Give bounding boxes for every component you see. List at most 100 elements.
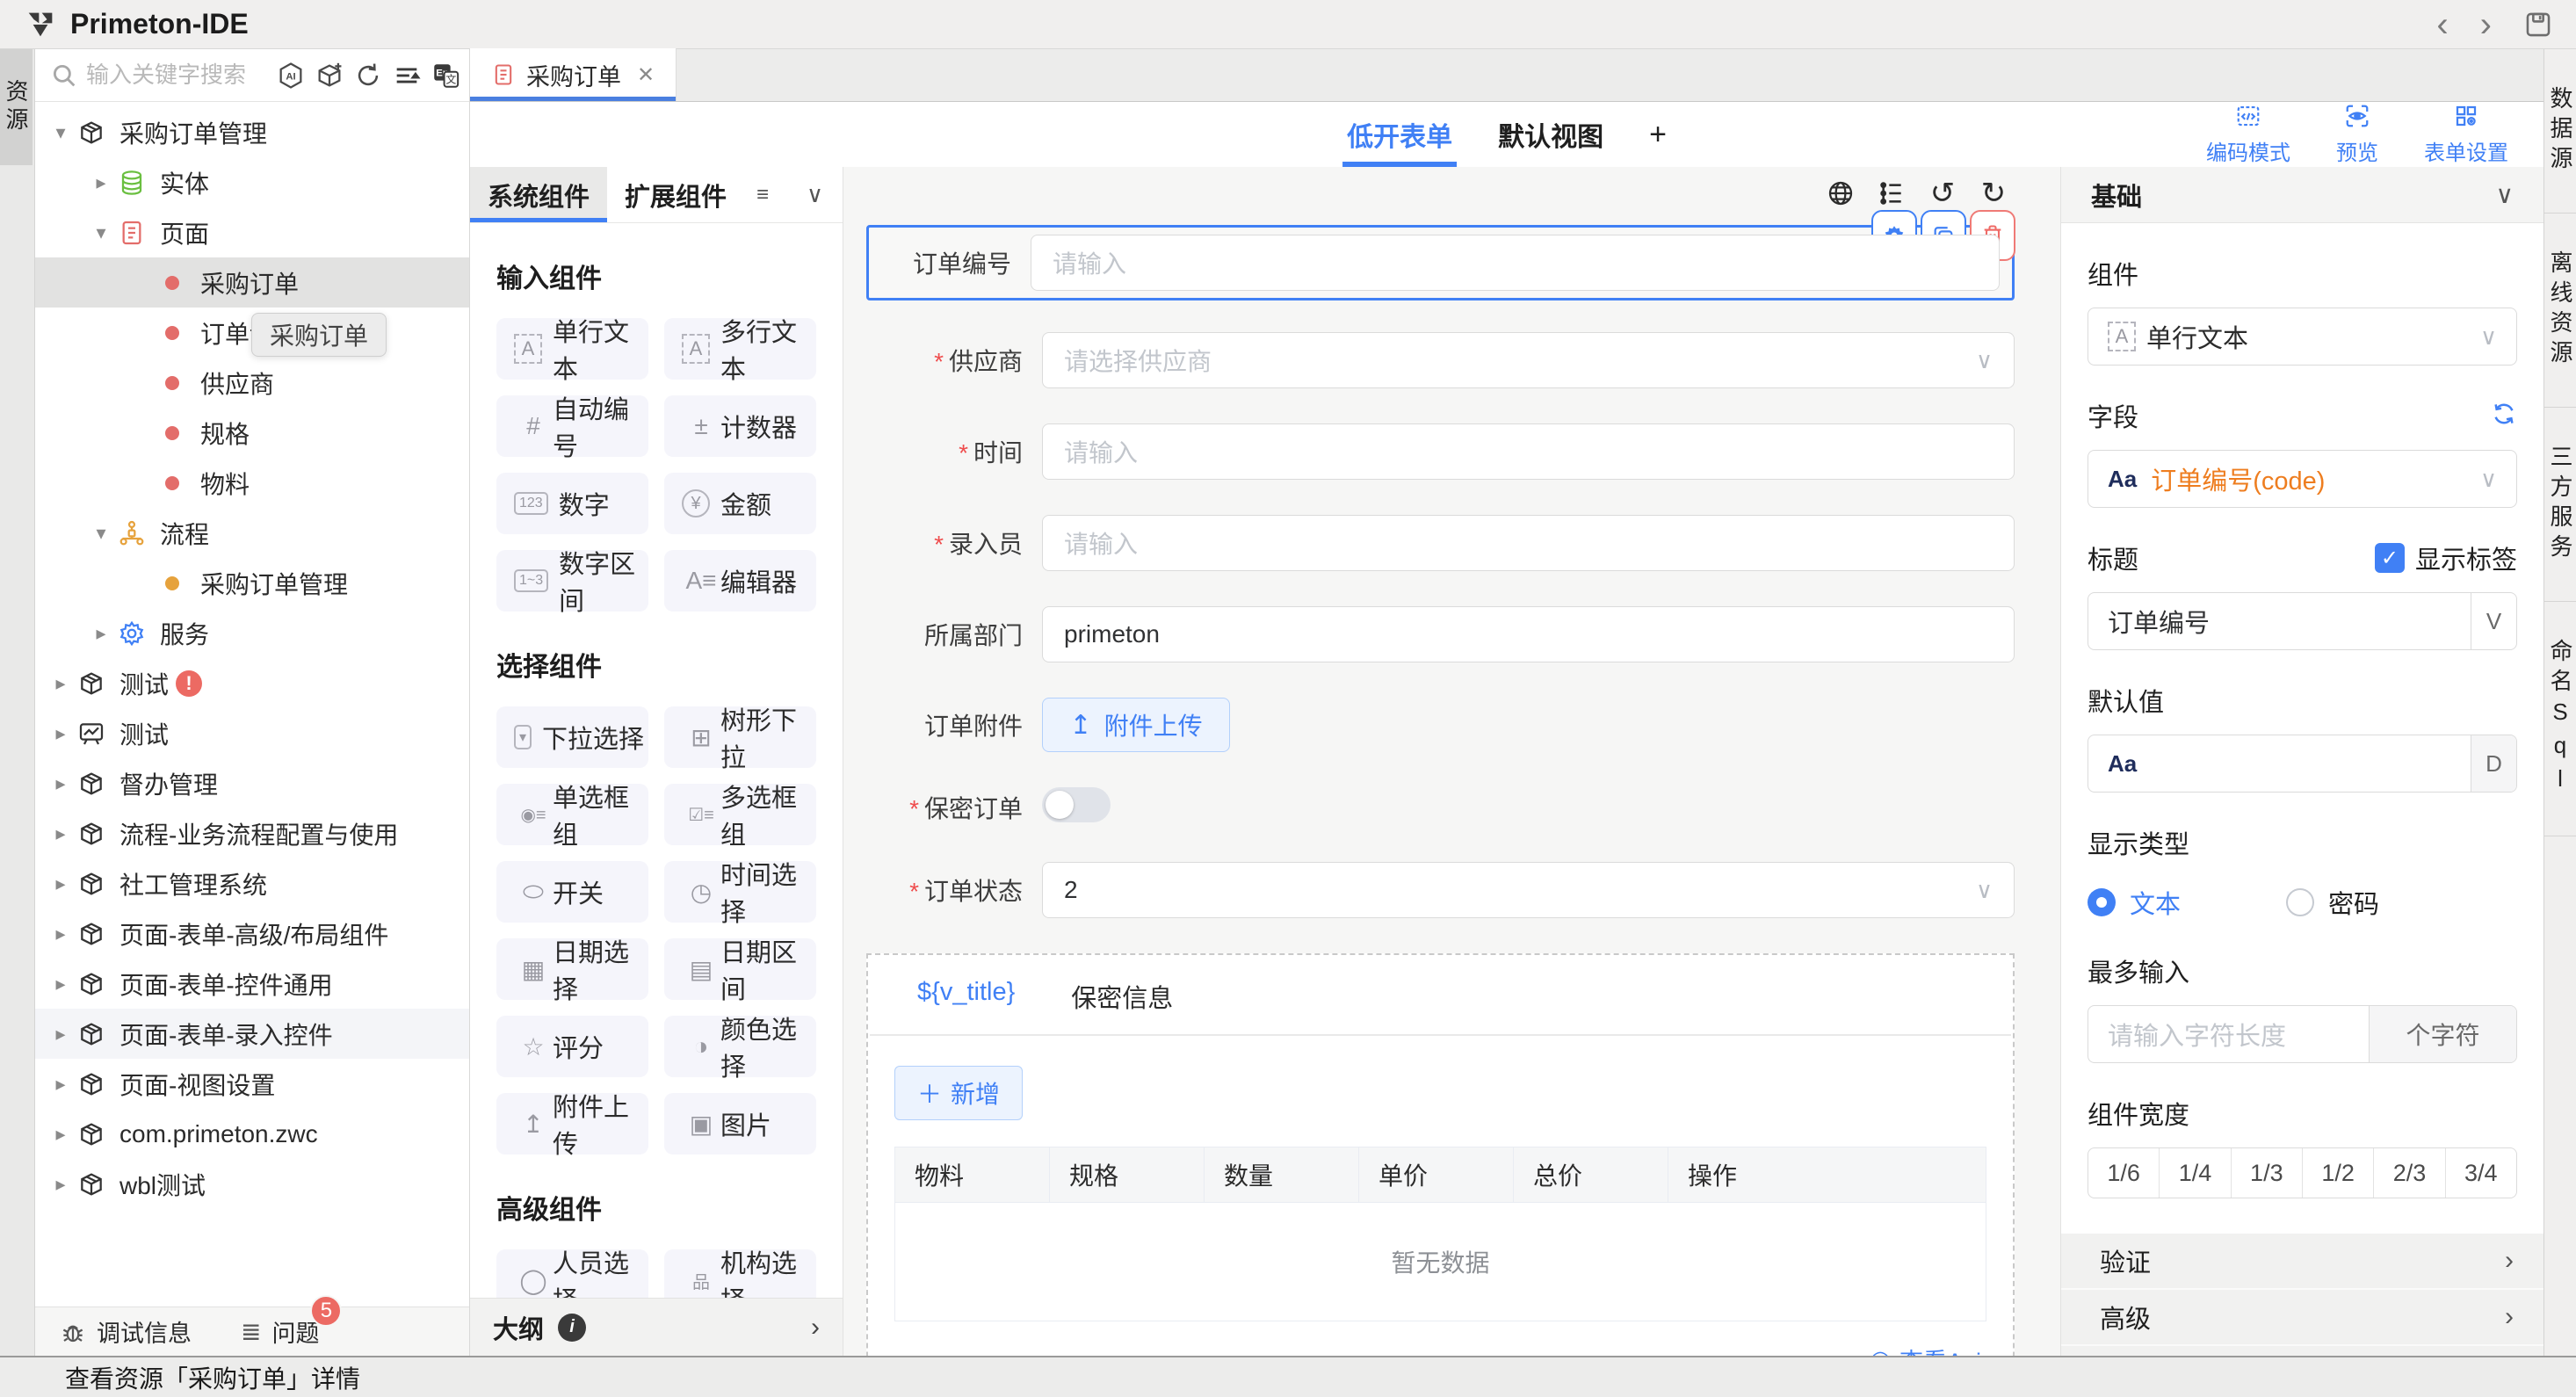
tree-item[interactable]: ▸测试! [35, 658, 469, 708]
field-row-时间[interactable]: *时间请输入 [866, 423, 2015, 480]
palette-item-树形下拉[interactable]: ⊞树形下拉 [664, 706, 816, 768]
add-view-tab[interactable]: + [1649, 102, 1667, 167]
tree-item[interactable]: 规格 [35, 408, 469, 458]
show-label-checkbox[interactable]: ✓ [2375, 543, 2405, 573]
field-select[interactable]: Aa 订单编号(code) [2088, 450, 2517, 508]
subform-tab-secret[interactable]: 保密信息 [1071, 978, 1173, 1015]
tree-item[interactable]: 采购订单 [35, 257, 469, 308]
inspector-section-高级[interactable]: 高级› [2061, 1290, 2543, 1346]
expand-arrow-icon[interactable]: ▸ [47, 973, 74, 995]
tree-item[interactable]: 物料 [35, 458, 469, 508]
width-option-1/3[interactable]: 1/3 [2232, 1148, 2303, 1198]
component-select[interactable]: A 单行文本 [2088, 308, 2517, 366]
view-tab-默认视图[interactable]: 默认视图 [1498, 102, 1603, 167]
palette-item-下拉选择[interactable]: ▾下拉选择 [496, 706, 648, 768]
palette-item-评分[interactable]: ☆评分 [496, 1016, 648, 1077]
width-option-1/4[interactable]: 1/4 [2160, 1148, 2231, 1198]
expand-arrow-icon[interactable]: ▸ [88, 171, 114, 194]
expand-arrow-icon[interactable]: ▸ [47, 1073, 74, 1096]
secret-order-toggle[interactable] [1042, 787, 1111, 822]
tree-item[interactable]: ▸页面-表单-控件通用 [35, 959, 469, 1009]
field-row-所属部门[interactable]: 所属部门primeton [866, 606, 2015, 662]
display-type-radio-文本[interactable]: 文本 [2088, 884, 2181, 921]
tree-item[interactable]: ▾页面 [35, 207, 469, 257]
palette-item-金额[interactable]: ¥金额 [664, 473, 816, 534]
palette-item-日期区间[interactable]: ▤日期区间 [664, 938, 816, 1000]
expand-arrow-icon[interactable]: ▸ [47, 672, 74, 695]
field-row-录入员[interactable]: *录入员请输入 [866, 515, 2015, 571]
palette-item-多行文本[interactable]: A多行文本 [664, 318, 816, 380]
width-option-1/2[interactable]: 1/2 [2303, 1148, 2374, 1198]
field-refresh-icon[interactable] [2491, 401, 2517, 431]
tree-item[interactable]: ▸页面-表单-录入控件 [35, 1009, 469, 1059]
i18n-globe-icon[interactable] [1825, 177, 1856, 209]
expand-arrow-icon[interactable]: ▾ [47, 121, 74, 144]
expand-arrow-icon[interactable]: ▸ [47, 772, 74, 795]
palette-item-计数器[interactable]: ±计数器 [664, 395, 816, 457]
tree-item[interactable]: ▸流程-业务流程配置与使用 [35, 808, 469, 858]
expand-arrow-icon[interactable]: ▸ [47, 722, 74, 745]
palette-item-单行文本[interactable]: A单行文本 [496, 318, 648, 380]
default-value-d-button[interactable]: D [2471, 735, 2516, 792]
field-row-供应商[interactable]: *供应商请选择供应商 [866, 332, 2015, 388]
display-type-radio-密码[interactable]: 密码 [2286, 884, 2379, 921]
code-mode-button[interactable]: 编码模式 [2206, 103, 2290, 166]
debug-info-button[interactable]: 调试信息 [60, 1314, 192, 1349]
width-option-2/3[interactable]: 2/3 [2374, 1148, 2445, 1198]
tree-item[interactable]: ▸com.primeton.zwc [35, 1109, 469, 1159]
palette-tab-系统组件[interactable]: 系统组件 [470, 167, 607, 222]
tree-item[interactable]: ▸页面-视图设置 [35, 1059, 469, 1109]
input-control[interactable]: 请输入 [1042, 423, 2015, 480]
translate-icon[interactable]: En文 [431, 61, 460, 90]
palette-item-人员选择[interactable]: ◯人员选择 [496, 1249, 648, 1298]
sort-filter-icon[interactable] [392, 61, 422, 90]
expand-arrow-icon[interactable]: ▾ [88, 221, 114, 244]
form-canvas[interactable]: ↺ ↻ 订单编号请输入 *供应商请选择供应商 *时间请输入 *录入员请输入所属部门pr… [843, 167, 2060, 1356]
tree-item[interactable]: 订单详情采购订单 [35, 308, 469, 358]
outline-bar[interactable]: 大纲 i › [470, 1298, 843, 1356]
palette-list-icon[interactable]: ≡ [756, 183, 769, 207]
selected-field-订单编号[interactable]: 订单编号请输入 [866, 225, 2015, 300]
field-row-订单状态[interactable]: *订单状态2 [866, 862, 2015, 918]
expand-arrow-icon[interactable]: ▸ [47, 1123, 74, 1146]
select-control[interactable]: 请选择供应商 [1042, 332, 2015, 388]
add-row-button[interactable]: ＋ 新增 [894, 1066, 1023, 1120]
tree-item[interactable]: ▸服务 [35, 608, 469, 658]
max-length-input[interactable]: 请输入字符长度 [2088, 1006, 2369, 1062]
subform-tab-vtitle[interactable]: ${v_title} [917, 978, 1015, 1015]
palette-item-图片[interactable]: ▣图片 [664, 1093, 816, 1155]
palette-item-日期选择[interactable]: ▦日期选择 [496, 938, 648, 1000]
palette-item-开关[interactable]: ⬭开关 [496, 861, 648, 923]
width-option-3/4[interactable]: 3/4 [2446, 1148, 2516, 1198]
expand-arrow-icon[interactable]: ▸ [88, 622, 114, 645]
tree-item[interactable]: ▸页面-表单-高级/布局组件 [35, 908, 469, 959]
view-tab-低开表单[interactable]: 低开表单 [1347, 102, 1452, 167]
close-tab-icon[interactable]: ✕ [637, 62, 655, 88]
palette-item-数字区间[interactable]: 1~3数字区间 [496, 550, 648, 612]
refresh-icon[interactable] [353, 61, 383, 90]
undo-icon[interactable]: ↺ [1927, 177, 1958, 209]
forward-icon[interactable]: › [2480, 7, 2492, 42]
tree-item[interactable]: 采购订单管理 [35, 558, 469, 608]
tree-item[interactable]: ▾流程 [35, 508, 469, 558]
palette-tab-扩展组件[interactable]: 扩展组件 [607, 167, 744, 222]
search-input[interactable] [86, 62, 267, 89]
right-strip-tab-数据源[interactable]: 数据源 [2544, 49, 2576, 214]
problems-button[interactable]: ≣ 问题 5 [241, 1314, 319, 1349]
tree-item[interactable]: ▸社工管理系统 [35, 858, 469, 908]
input-control[interactable]: 请输入 [1042, 515, 2015, 571]
palette-item-颜色选择[interactable]: ◑颜色选择 [664, 1016, 816, 1077]
expand-arrow-icon[interactable]: ▸ [47, 872, 74, 895]
palette-item-附件上传[interactable]: ↥附件上传 [496, 1093, 648, 1155]
inspector-section-安全[interactable]: 安全› [2061, 1346, 2543, 1356]
tree-item[interactable]: ▸wbl测试 [35, 1159, 469, 1209]
width-option-1/6[interactable]: 1/6 [2088, 1148, 2160, 1198]
title-variable-button[interactable]: V [2471, 593, 2516, 649]
field-row-保密订单[interactable]: *保密订单 [866, 787, 2015, 827]
palette-item-时间选择[interactable]: ◷时间选择 [664, 861, 816, 923]
resources-strip-tab[interactable]: 资源 [0, 49, 33, 165]
tree-item[interactable]: 供应商 [35, 358, 469, 408]
redo-icon[interactable]: ↻ [1978, 177, 2009, 209]
title-input[interactable]: 订单编号 [2088, 593, 2471, 649]
tree-item[interactable]: ▸实体 [35, 157, 469, 207]
